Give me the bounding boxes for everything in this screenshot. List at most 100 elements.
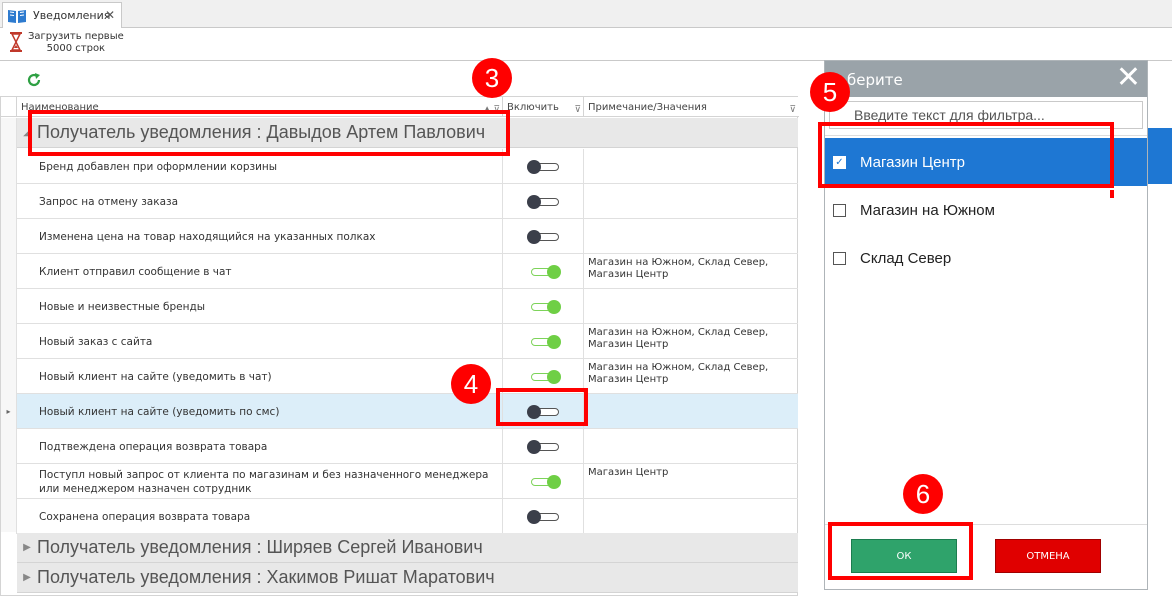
row-name-cell: Подтвеждена операция возврата товара <box>37 429 503 464</box>
enable-toggle[interactable] <box>527 335 561 349</box>
load-label-line1: Загрузить первые <box>28 31 124 42</box>
enable-toggle[interactable] <box>527 475 561 489</box>
annotation-badge-4: 4 <box>451 364 491 404</box>
row-toggle-cell <box>503 289 584 324</box>
cancel-button[interactable]: ОТМЕНА <box>995 539 1101 573</box>
row-indicator <box>1 464 17 499</box>
options-list: ✓ Магазин Центр Магазин на Южном Склад С… <box>825 135 1147 525</box>
row-note-cell: Магазин на Южном, Склад Север, Магазин Ц… <box>588 257 769 280</box>
toggle-knob <box>527 230 541 244</box>
row-indicator <box>1 499 17 534</box>
row-indicator <box>1 254 17 289</box>
enable-toggle[interactable] <box>527 510 561 524</box>
table-row[interactable]: Поступл новый запрос от клиента по магаз… <box>16 464 798 499</box>
toggle-knob <box>527 160 541 174</box>
row-name-cell: Поступл новый запрос от клиента по магаз… <box>37 464 503 499</box>
toggle-knob <box>547 335 561 349</box>
toolbar: Загрузить первые 5000 строк <box>0 29 1172 61</box>
table-row[interactable]: Клиент отправил сообщение в чат Магазин … <box>16 254 798 289</box>
row-toggle-cell <box>503 324 584 359</box>
annotation-box-toggle <box>496 388 588 426</box>
toggle-knob <box>527 440 541 454</box>
toggle-knob <box>527 195 541 209</box>
table-row[interactable]: Новые и неизвестные бренды <box>16 289 798 324</box>
row-indicator <box>1 289 17 324</box>
expand-icon[interactable]: ▶ <box>17 542 37 553</box>
row-name-cell: Изменена цена на товар находящийся на ук… <box>37 219 503 254</box>
option-warehouse-north[interactable]: Склад Север <box>825 234 1147 282</box>
option-label: Магазин на Южном <box>860 201 995 219</box>
row-name-cell: Сохранена операция возврата товара <box>37 499 503 534</box>
row-note-cell <box>584 394 798 429</box>
load-first-rows-button[interactable]: Загрузить первые 5000 строк <box>8 31 124 55</box>
toggle-knob <box>547 265 561 279</box>
group-row-shiryaev[interactable]: ▶ Получатель уведомления : Ширяев Сергей… <box>17 533 798 563</box>
option-shop-south[interactable]: Магазин на Южном <box>825 186 1147 234</box>
table-row[interactable]: Новый клиент на сайте (уведомить в чат) … <box>16 359 798 394</box>
group-label: Получатель уведомления : Ширяев Сергей И… <box>37 537 483 557</box>
close-icon[interactable]: ✕ <box>1116 63 1141 93</box>
table-row[interactable]: Изменена цена на товар находящийся на ук… <box>16 219 798 254</box>
group-row-khakimov[interactable]: ▶ Получатель уведомления : Хакимов Ришат… <box>17 563 798 593</box>
toggle-knob <box>547 300 561 314</box>
row-note-cell: Магазин на Южном, Склад Север, Магазин Ц… <box>588 362 769 385</box>
row-toggle-cell <box>503 254 584 289</box>
row-indicator: ▸ <box>1 394 17 429</box>
enable-toggle[interactable] <box>527 230 561 244</box>
column-header-enable[interactable]: Включить ⊽ <box>503 97 584 117</box>
enable-toggle[interactable] <box>527 370 561 384</box>
row-toggle-cell <box>503 184 584 219</box>
table-row[interactable]: Подтвеждена операция возврата товара <box>16 429 798 464</box>
tab-label: Уведомления <box>33 9 111 22</box>
popup-title: берите <box>847 71 903 89</box>
book-icon <box>8 9 26 23</box>
load-label-line2: 5000 строк <box>46 43 106 54</box>
row-indicator <box>1 219 17 254</box>
option-label: Склад Север <box>860 249 952 267</box>
row-toggle-cell <box>503 219 584 254</box>
row-toggle-cell <box>503 464 584 499</box>
row-note-cell <box>584 149 798 184</box>
annotation-box-option <box>818 122 1114 188</box>
enable-toggle[interactable] <box>527 440 561 454</box>
row-note-cell: Магазин на Южном, Склад Север, Магазин Ц… <box>588 327 769 350</box>
refresh-icon[interactable] <box>26 72 42 88</box>
column-note-label: Примечание/Значения <box>588 102 707 113</box>
row-indicator <box>1 149 17 184</box>
row-note-cell <box>584 499 798 534</box>
row-name-cell: Новый заказ с сайта <box>37 324 503 359</box>
close-icon[interactable]: ✕ <box>105 8 115 22</box>
selection-highlight-edge <box>1148 128 1172 184</box>
column-enable-label: Включить <box>507 102 559 113</box>
enable-toggle[interactable] <box>527 300 561 314</box>
row-toggle-cell <box>503 499 584 534</box>
checkbox-icon[interactable] <box>833 203 846 217</box>
row-name-cell: Новый клиент на сайте (уведомить по смс) <box>37 394 503 429</box>
annotation-box-group-header <box>28 110 510 156</box>
header-indicator-cell <box>1 97 17 117</box>
row-toggle-cell <box>503 429 584 464</box>
enable-toggle[interactable] <box>527 160 561 174</box>
expand-icon[interactable]: ▶ <box>17 572 37 583</box>
tab-notifications[interactable]: Уведомления ✕ <box>2 2 122 28</box>
table-row[interactable]: Запрос на отмену заказа <box>16 184 798 219</box>
row-toggle-cell <box>503 149 584 184</box>
row-note-cell <box>584 184 798 219</box>
table-row[interactable]: ▸ Новый клиент на сайте (уведомить по смс… <box>6 394 798 429</box>
tab-bar: Уведомления ✕ <box>0 0 1172 28</box>
row-name-cell: Новый клиент на сайте (уведомить в чат) <box>37 359 503 394</box>
row-note-cell <box>584 429 798 464</box>
row-indicator <box>1 184 17 219</box>
enable-toggle[interactable] <box>527 265 561 279</box>
notifications-grid: Наименование ▲ ⊽ Включить ⊽ Примечание/З… <box>0 96 799 596</box>
enable-toggle[interactable] <box>527 195 561 209</box>
row-indicator <box>1 359 17 394</box>
annotation-badge-5: 5 <box>810 72 850 112</box>
annotation-mark <box>1110 190 1114 198</box>
row-indicator <box>1 429 17 464</box>
table-row[interactable]: Новый заказ с сайта Магазин на Южном, Ск… <box>16 324 798 359</box>
annotation-badge-6: 6 <box>903 474 943 514</box>
table-row[interactable]: Сохранена операция возврата товара <box>16 499 798 534</box>
column-header-note[interactable]: Примечание/Значения ⊽ <box>584 97 798 117</box>
checkbox-icon[interactable] <box>833 251 846 265</box>
